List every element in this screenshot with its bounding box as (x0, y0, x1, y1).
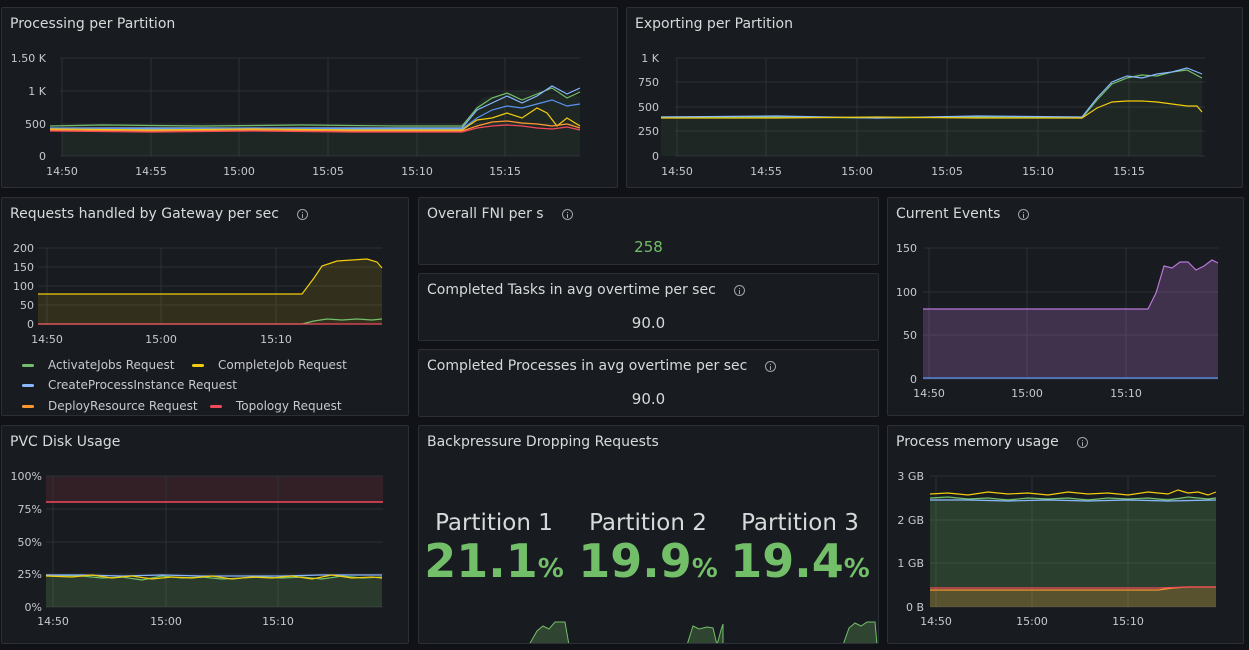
sparklines (529, 621, 878, 643)
x-tick: 15:00 (223, 165, 255, 178)
legend-label: ActivateJobs Request (48, 358, 175, 372)
legend-item[interactable]: DeployResource Request (22, 399, 198, 413)
pvc-panel[interactable]: PVC Disk Usage 100% 75% 50% 25% 0% 14:50… (1, 425, 409, 644)
x-tick: 15:10 (401, 165, 433, 178)
info-icon[interactable] (733, 284, 745, 296)
x-tick: 15:10 (262, 615, 294, 628)
legend-swatch (22, 404, 34, 408)
info-icon[interactable] (561, 208, 573, 220)
y-tick: 100 (896, 286, 917, 299)
panel-title: Overall FNI per s (427, 206, 573, 222)
y-tick: 150 (896, 242, 917, 255)
x-tick: 15:10 (1022, 165, 1054, 178)
y-tick: 50 (20, 299, 34, 312)
sparkline (843, 621, 878, 643)
pvc-chart[interactable]: 100% 75% 50% 25% 0% 14:50 15:00 15:10 (2, 426, 409, 644)
processing-chart[interactable]: 1.50 K 1 K 500 0 14:50 14:55 15:00 15:05… (2, 8, 618, 188)
y-tick: 0 (27, 318, 34, 331)
processes-panel[interactable]: Completed Processes in avg overtime per … (418, 349, 879, 417)
y-tick: 100% (11, 470, 42, 483)
stat-value: 258 (634, 238, 663, 256)
memory-panel[interactable]: Process memory usage 3 GB 2 GB 1 GB 0 B … (887, 425, 1244, 644)
y-tick: 0 (652, 150, 659, 163)
x-tick: 14:50 (31, 333, 63, 346)
legend-swatch (22, 383, 34, 387)
gateway-panel[interactable]: Requests handled by Gateway per sec 200 … (1, 197, 409, 416)
panel-title-text: Completed Processes in avg overtime per … (427, 358, 748, 374)
y-tick: 200 (13, 242, 34, 255)
events-chart[interactable]: 150 100 50 0 14:50 15:00 15:10 (888, 198, 1244, 416)
y-tick: 75% (18, 503, 42, 516)
x-tick: 15:00 (841, 165, 873, 178)
x-tick: 15:05 (312, 165, 344, 178)
legend-label: Topology Request (236, 399, 342, 413)
memory-chart[interactable]: 3 GB 2 GB 1 GB 0 B 14:50 15:00 15:10 (888, 426, 1244, 644)
y-tick: 2 GB (897, 514, 924, 527)
x-tick: 15:10 (1110, 387, 1142, 400)
x-tick: 14:50 (37, 615, 69, 628)
legend-swatch (210, 404, 222, 408)
legend-item[interactable]: CompleteJob Request (192, 358, 347, 372)
x-tick: 15:00 (145, 333, 177, 346)
x-tick: 15:00 (1011, 387, 1043, 400)
y-tick: 3 GB (897, 470, 924, 483)
x-tick: 14:50 (920, 615, 952, 628)
y-tick: 50 (903, 329, 917, 342)
sparkline (529, 621, 570, 643)
legend-swatch (22, 363, 34, 367)
x-tick: 15:15 (1113, 165, 1145, 178)
info-icon[interactable] (765, 360, 777, 372)
y-tick: 1 GB (897, 557, 924, 570)
y-tick: 0 (910, 373, 917, 386)
exporting-panel[interactable]: Exporting per Partition 1 K 750 500 250 … (626, 7, 1243, 188)
legend-item[interactable]: ActivateJobs Request (22, 358, 175, 372)
y-tick: 1.50 K (11, 52, 47, 65)
y-tick: 1 K (28, 85, 46, 98)
series-line (929, 489, 1217, 496)
backpressure-panel[interactable]: Backpressure Dropping Requests Partition… (418, 425, 879, 644)
legend-label: DeployResource Request (48, 399, 198, 413)
y-tick: 250 (638, 125, 659, 138)
x-tick: 14:50 (913, 387, 945, 400)
processing-panel[interactable]: Processing per Partition 1.50 K 1 K 500 … (1, 7, 618, 188)
legend-label: CreateProcessInstance Request (48, 378, 237, 392)
y-tick: 500 (25, 118, 46, 131)
events-panel[interactable]: Current Events 150 100 50 0 14:50 15:00 … (887, 197, 1244, 416)
y-tick: 50% (18, 536, 42, 549)
panel-title: Completed Processes in avg overtime per … (427, 358, 777, 374)
legend-item[interactable]: Topology Request (210, 399, 342, 413)
legend-label: CompleteJob Request (218, 358, 347, 372)
x-tick: 15:10 (1112, 615, 1144, 628)
x-tick: 15:05 (931, 165, 963, 178)
x-tick: 14:55 (135, 165, 167, 178)
y-tick: 0% (25, 601, 42, 614)
y-tick: 25% (18, 568, 42, 581)
y-tick: 0 (39, 150, 46, 163)
x-tick: 14:55 (750, 165, 782, 178)
x-tick: 15:00 (150, 615, 182, 628)
x-tick: 15:00 (1016, 615, 1048, 628)
x-tick: 14:50 (661, 165, 693, 178)
panel-title: Completed Tasks in avg overtime per sec (427, 282, 745, 298)
exporting-chart[interactable]: 1 K 750 500 250 0 14:50 14:55 15:00 15:0… (627, 8, 1243, 188)
tasks-panel[interactable]: Completed Tasks in avg overtime per sec … (418, 273, 879, 341)
stat-value: 90.0 (631, 390, 666, 408)
y-tick: 750 (638, 76, 659, 89)
x-tick: 15:10 (260, 333, 292, 346)
y-tick: 150 (13, 261, 34, 274)
panel-title-text: Completed Tasks in avg overtime per sec (427, 282, 716, 298)
y-tick: 500 (638, 101, 659, 114)
stat-value: 90.0 (631, 314, 666, 332)
x-tick: 15:15 (489, 165, 521, 178)
fni-panel[interactable]: Overall FNI per s 258 (418, 197, 879, 265)
legend-swatch (192, 363, 204, 367)
y-tick: 1 K (641, 52, 659, 65)
x-tick: 14:50 (46, 165, 78, 178)
sparkline (687, 623, 724, 643)
y-tick: 100 (13, 280, 34, 293)
legend-item[interactable]: CreateProcessInstance Request (22, 378, 237, 392)
y-tick: 0 B (906, 601, 924, 614)
panel-title-text: Overall FNI per s (427, 206, 544, 222)
